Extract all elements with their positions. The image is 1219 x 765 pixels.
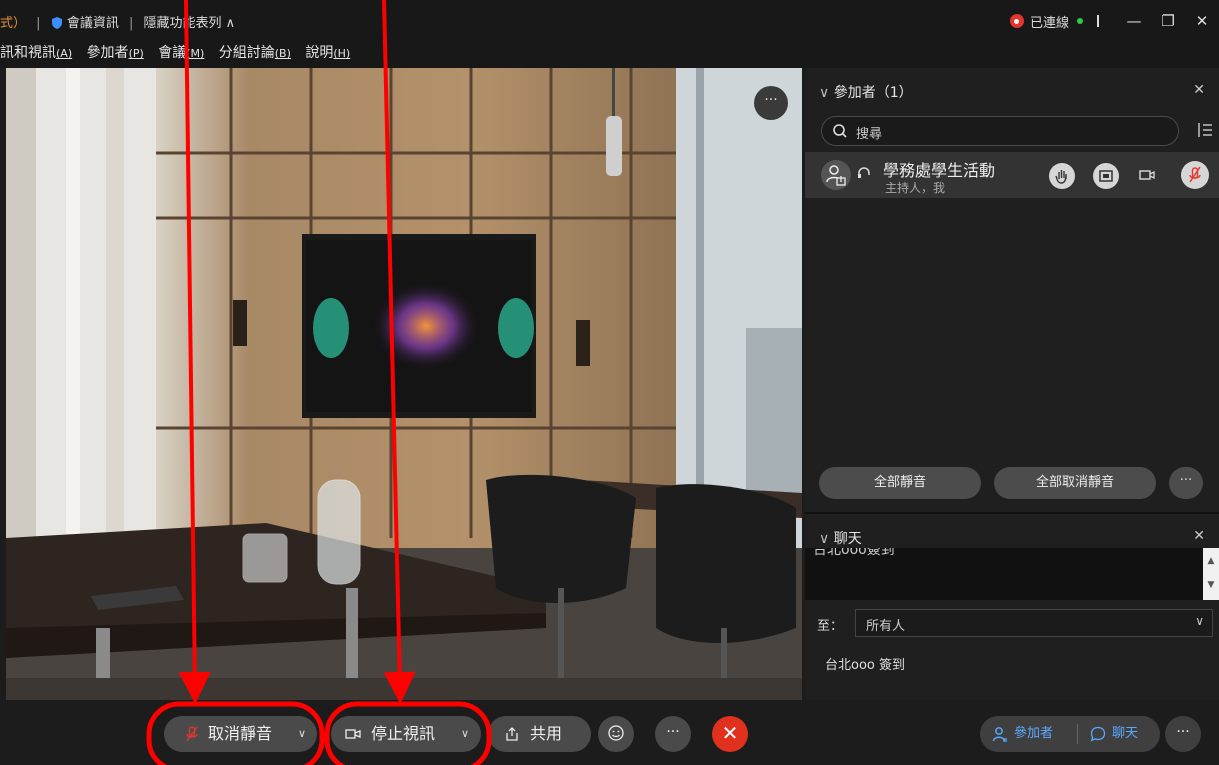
chat-panel-title[interactable]: ∨ 聊天 xyxy=(819,528,862,548)
search-icon xyxy=(833,124,847,138)
emoji-icon xyxy=(608,725,624,741)
divider xyxy=(1097,15,1099,27)
menu-help[interactable]: 說明(H) xyxy=(305,45,350,61)
panel-divider xyxy=(805,512,1219,514)
reactions-button[interactable] xyxy=(598,716,634,752)
user-icon xyxy=(992,727,1007,742)
video-camera-icon[interactable] xyxy=(1139,168,1155,182)
close-participants-button[interactable]: ✕ xyxy=(1193,82,1205,98)
divider xyxy=(1077,724,1078,744)
participant-name: 學務處學生活動 xyxy=(883,161,996,180)
chat-scrollbar[interactable]: ▲ ▼ xyxy=(1203,548,1219,600)
participant-role: 主持人，我 xyxy=(885,181,946,195)
panel-toggle-group: 參加者 聊天 xyxy=(980,716,1160,752)
share-icon xyxy=(506,727,518,741)
avatar xyxy=(821,160,851,190)
menu-participants[interactable]: 參加者(P) xyxy=(87,45,144,61)
chat-recipient-select[interactable]: 所有人 ∨ xyxy=(855,609,1213,637)
scroll-down-icon: ▼ xyxy=(1207,580,1215,590)
restore-button[interactable]: ❐ xyxy=(1151,12,1185,30)
leave-meeting-button[interactable]: ✕ xyxy=(712,716,748,752)
participants-panel-title[interactable]: ∨ 參加者（1） xyxy=(819,82,913,102)
mic-muted-icon xyxy=(1189,166,1201,183)
video-area: ··· xyxy=(6,68,802,700)
search-placeholder: 搜尋 xyxy=(856,127,883,142)
mic-muted-icon xyxy=(186,726,198,742)
meeting-info-label: 會議資訊 xyxy=(66,16,119,31)
minimize-button[interactable]: — xyxy=(1117,12,1151,30)
recording-icon[interactable] xyxy=(1009,14,1024,28)
hand-icon xyxy=(1055,170,1067,184)
menu-meeting[interactable]: 會議(M) xyxy=(158,45,204,61)
chat-toggle-label: 聊天 xyxy=(1112,726,1139,741)
user-share-icon xyxy=(826,165,846,186)
separator: | xyxy=(36,16,41,31)
connection-dot-icon xyxy=(1077,18,1083,24)
toolbar-right-more-button[interactable]: ··· xyxy=(1165,716,1201,752)
mode-fragment: 式） xyxy=(0,16,27,31)
side-panel: ∨ 參加者（1） ✕ 搜尋 學務處學生活動 主持人，我 全部靜音 全部取消靜音 … xyxy=(805,68,1219,700)
meeting-toolbar: 取消靜音 ∨ 停止視訊 ∨ 共用 ··· ✕ 參加者 聊天 ··· xyxy=(0,700,1219,765)
chevron-down-icon: ∨ xyxy=(819,531,834,547)
shield-icon xyxy=(51,17,62,29)
participants-more-button[interactable]: ··· xyxy=(1169,467,1203,499)
search-input[interactable]: 搜尋 xyxy=(821,116,1179,146)
chat-toggle-button[interactable]: 聊天 xyxy=(1090,716,1154,752)
raise-hand-button[interactable] xyxy=(1049,163,1075,189)
participant-row[interactable]: 學務處學生活動 主持人，我 xyxy=(805,152,1219,198)
menu-bar: 訊和視訊(A) 參加者(P) 會議(M) 分組討論(B) 說明(H) xyxy=(0,42,1219,68)
unmute-label: 取消靜音 xyxy=(208,724,273,743)
video-more-button[interactable]: ··· xyxy=(754,86,788,120)
sort-icon[interactable] xyxy=(1197,122,1213,138)
virtual-background-image xyxy=(6,68,802,700)
title-bar: 式） | 會議資訊 | 隱藏功能表列 ∧ 已連線 — ❐ ✕ xyxy=(0,0,1219,42)
menu-breakout[interactable]: 分組討論(B) xyxy=(219,45,291,61)
separator: | xyxy=(128,16,134,31)
unmute-button[interactable]: 取消靜音 ∨ xyxy=(164,716,317,752)
chevron-down-icon[interactable]: ∨ xyxy=(461,716,469,752)
close-chat-button[interactable]: ✕ xyxy=(1193,528,1205,544)
video-camera-icon xyxy=(345,729,361,739)
chat-history-message: 台北ooo簽到 xyxy=(813,548,895,558)
meeting-info-button[interactable]: 會議資訊 xyxy=(51,16,123,31)
chevron-down-icon: ∨ xyxy=(819,85,834,101)
menu-audio-video[interactable]: 訊和視訊(A) xyxy=(0,45,72,61)
stop-video-button[interactable]: 停止視訊 ∨ xyxy=(331,716,481,752)
headphones-icon xyxy=(858,167,870,178)
stop-video-label: 停止視訊 xyxy=(371,724,436,743)
participants-toggle-label: 參加者 xyxy=(1014,726,1054,741)
hide-menubar-button[interactable]: 隱藏功能表列 ∧ xyxy=(144,16,236,31)
chevron-down-icon: ∨ xyxy=(1195,614,1204,628)
chat-bubble-icon xyxy=(1090,726,1106,742)
connection-status: 已連線 xyxy=(1029,15,1069,31)
participant-mute-button[interactable] xyxy=(1181,161,1209,189)
close-window-button[interactable]: ✕ xyxy=(1185,12,1219,30)
share-content-button[interactable] xyxy=(1093,163,1119,189)
title-bar-right: 已連線 — ❐ ✕ xyxy=(1009,10,1219,32)
chat-history[interactable]: 台北ooo簽到 ▲ ▼ xyxy=(805,548,1219,600)
mute-all-button[interactable]: 全部靜音 xyxy=(819,467,981,499)
chat-recipient-value: 所有人 xyxy=(866,619,906,634)
share-button[interactable]: 共用 xyxy=(488,716,591,752)
chevron-down-icon[interactable]: ∨ xyxy=(298,716,306,752)
share-label: 共用 xyxy=(530,724,563,743)
share-screen-icon xyxy=(1099,170,1113,182)
more-options-button[interactable]: ··· xyxy=(655,716,691,752)
chat-recipient-label: 至： xyxy=(817,619,844,634)
chat-input[interactable]: 台北ooo 簽到 xyxy=(825,654,905,673)
scroll-up-icon: ▲ xyxy=(1207,556,1215,566)
title-bar-left: 式） | 會議資訊 | 隱藏功能表列 ∧ xyxy=(0,12,235,31)
unmute-all-button[interactable]: 全部取消靜音 xyxy=(994,467,1156,499)
participants-toggle-button[interactable]: 參加者 xyxy=(992,716,1072,752)
